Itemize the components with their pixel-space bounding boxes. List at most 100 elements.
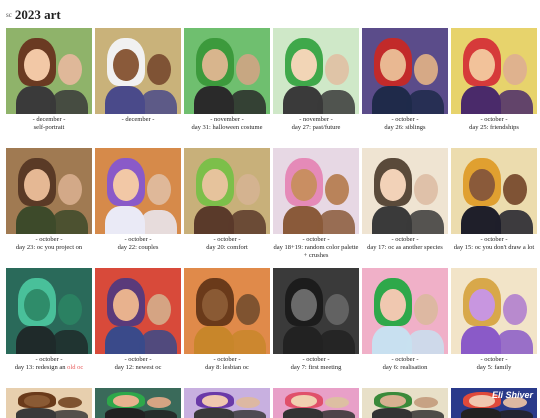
gallery-tile[interactable]: - october - day 22: couples bbox=[95, 148, 181, 268]
figure-body bbox=[406, 329, 444, 354]
gallery-tile[interactable]: Eli Shiver bbox=[451, 388, 537, 418]
artwork-thumbnail[interactable] bbox=[6, 388, 92, 418]
figure-face bbox=[147, 397, 171, 408]
gallery-tile[interactable]: - november - day 27: past/future bbox=[273, 28, 359, 148]
artwork-thumbnail[interactable] bbox=[273, 28, 359, 114]
figure-face bbox=[469, 168, 495, 202]
gallery-tile[interactable] bbox=[95, 388, 181, 418]
gallery-tile[interactable] bbox=[184, 388, 270, 418]
figure-body bbox=[406, 409, 444, 418]
caption-prompt: day 22: couples bbox=[117, 244, 159, 251]
caption-prompt: day 15: oc you don't draw a lot bbox=[453, 244, 535, 251]
artwork-thumbnail[interactable] bbox=[184, 268, 270, 354]
gallery-tile[interactable]: - october - day 26: siblings bbox=[362, 28, 448, 148]
figure-body bbox=[495, 89, 533, 114]
caption-month: - october - bbox=[302, 236, 330, 243]
gallery-tile[interactable]: - november - day 31: halloween costume bbox=[184, 28, 270, 148]
gallery-tile[interactable]: - october - day 23: oc you project on bbox=[6, 148, 92, 268]
page-title: 2023 art bbox=[14, 7, 61, 22]
caption-prompt: day 5: family bbox=[476, 364, 512, 371]
artwork-thumbnail[interactable] bbox=[95, 148, 181, 234]
artwork-thumbnail[interactable] bbox=[273, 148, 359, 234]
artwork-thumbnail[interactable] bbox=[184, 148, 270, 234]
figure-face bbox=[58, 293, 82, 325]
caption-prompt: day 17: oc as another species bbox=[367, 244, 443, 251]
figure-face bbox=[58, 53, 82, 85]
figure-face bbox=[147, 293, 171, 325]
figure-body bbox=[50, 209, 88, 234]
tile-caption: - october - day 15: oc you don't draw a l… bbox=[451, 234, 537, 268]
tile-caption: - november - day 27: past/future bbox=[273, 114, 359, 148]
gallery-tile[interactable]: - december - self-portrait bbox=[6, 28, 92, 148]
gallery-tile[interactable]: - october - day 6: realisation bbox=[362, 268, 448, 388]
figure-face bbox=[113, 168, 139, 202]
caption-month: - october - bbox=[391, 356, 419, 363]
caption-highlight-link[interactable]: old oc bbox=[67, 364, 83, 371]
figure-face bbox=[325, 397, 349, 408]
caption-prompt: day 12: newest oc bbox=[114, 364, 162, 371]
gallery-tile[interactable]: - october - day 5: family bbox=[451, 268, 537, 388]
gallery-tile[interactable]: - october - day 20: comfort bbox=[184, 148, 270, 268]
artwork-thumbnail[interactable] bbox=[362, 148, 448, 234]
artwork-thumbnail[interactable] bbox=[184, 388, 270, 418]
caption-prompt: day 25: friendships bbox=[469, 124, 519, 131]
tile-caption: - october - day 18+19: random color palet… bbox=[273, 234, 359, 268]
figure-face bbox=[113, 48, 139, 82]
gallery-tile[interactable]: - october - day 25: friendships bbox=[451, 28, 537, 148]
artwork-thumbnail[interactable] bbox=[362, 388, 448, 418]
artwork-banner-text: Eli Shiver bbox=[491, 390, 533, 400]
figure-body bbox=[139, 409, 177, 418]
figure-face bbox=[414, 53, 438, 85]
gallery-tile[interactable]: - october - day 8: lesbian oc bbox=[184, 268, 270, 388]
gallery-tile[interactable] bbox=[6, 388, 92, 418]
artwork-thumbnail[interactable] bbox=[451, 148, 537, 234]
artwork-thumbnail[interactable] bbox=[362, 268, 448, 354]
figure-body bbox=[50, 409, 88, 418]
artwork-thumbnail[interactable] bbox=[95, 388, 181, 418]
figure-face bbox=[24, 168, 50, 202]
figure-face bbox=[469, 48, 495, 82]
caption-month: - october - bbox=[391, 116, 419, 123]
gallery-tile[interactable] bbox=[273, 388, 359, 418]
gallery-tile[interactable]: - october - day 15: oc you don't draw a l… bbox=[451, 148, 537, 268]
caption-month: - october - bbox=[480, 236, 508, 243]
tile-caption: - october - day 23: oc you project on bbox=[6, 234, 92, 268]
artwork-thumbnail[interactable] bbox=[95, 28, 181, 114]
gallery-tile[interactable]: - october - day 17: oc as another species bbox=[362, 148, 448, 268]
caption-month: - october - bbox=[213, 356, 241, 363]
artwork-thumbnail[interactable]: Eli Shiver bbox=[451, 388, 537, 418]
figure-face bbox=[202, 288, 228, 322]
figure-body bbox=[406, 89, 444, 114]
caption-prompt: day 20: comfort bbox=[206, 244, 248, 251]
tile-caption: - october - day 8: lesbian oc bbox=[184, 354, 270, 388]
artwork-thumbnail[interactable] bbox=[6, 28, 92, 114]
artwork-thumbnail[interactable] bbox=[6, 148, 92, 234]
caption-month: - october - bbox=[124, 356, 152, 363]
artwork-thumbnail[interactable] bbox=[451, 28, 537, 114]
artwork-thumbnail[interactable] bbox=[6, 268, 92, 354]
gallery-tile[interactable]: - october - day 12: newest oc bbox=[95, 268, 181, 388]
artwork-thumbnail[interactable] bbox=[184, 28, 270, 114]
artwork-thumbnail[interactable] bbox=[95, 268, 181, 354]
artwork-thumbnail[interactable] bbox=[451, 268, 537, 354]
gallery-tile[interactable]: - october - day 7: first meeting bbox=[273, 268, 359, 388]
tile-caption: - october - day 13: redesign an old oc bbox=[6, 354, 92, 388]
figure-face bbox=[291, 168, 317, 202]
figure-face bbox=[236, 173, 260, 205]
figure-face bbox=[503, 53, 527, 85]
caption-prompt: day 31: halloween costume bbox=[191, 124, 263, 131]
caption-month: - november - bbox=[210, 116, 244, 123]
artwork-thumbnail[interactable] bbox=[273, 268, 359, 354]
figure-body bbox=[139, 89, 177, 114]
artwork-thumbnail[interactable] bbox=[273, 388, 359, 418]
gallery-tile[interactable]: - october - day 13: redesign an old oc bbox=[6, 268, 92, 388]
caption-month: - november - bbox=[299, 116, 333, 123]
gallery-tile[interactable] bbox=[362, 388, 448, 418]
figure-face bbox=[325, 173, 349, 205]
figure-face bbox=[202, 168, 228, 202]
tile-caption: - october - day 17: oc as another species bbox=[362, 234, 448, 268]
gallery-tile[interactable]: - december - bbox=[95, 28, 181, 148]
gallery-tile[interactable]: - october - day 18+19: random color palet… bbox=[273, 148, 359, 268]
artwork-thumbnail[interactable] bbox=[362, 28, 448, 114]
caption-month: - october - bbox=[480, 356, 508, 363]
